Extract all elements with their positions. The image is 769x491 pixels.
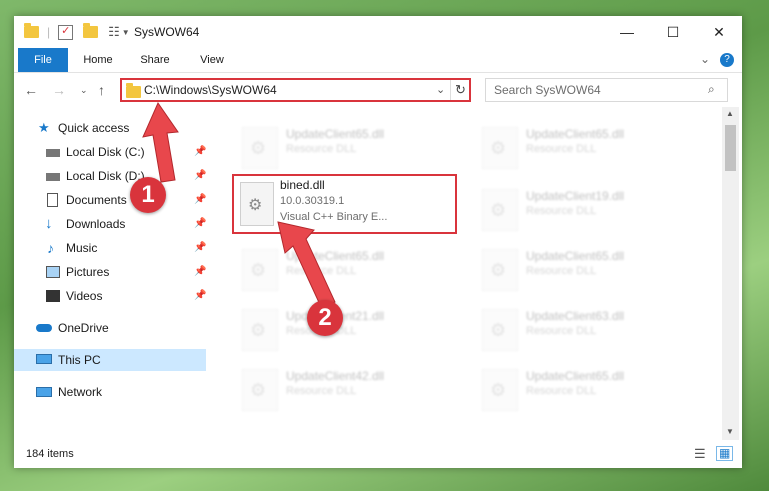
callout-arrows bbox=[142, 101, 336, 310]
arrow-2 bbox=[277, 221, 336, 310]
callout-badge-2: 2 bbox=[307, 300, 343, 336]
arrow-2-shape bbox=[277, 221, 336, 310]
callout-badge-1: 1 bbox=[130, 177, 166, 213]
arrow-1-shape bbox=[142, 101, 179, 183]
arrow-1 bbox=[142, 101, 179, 183]
